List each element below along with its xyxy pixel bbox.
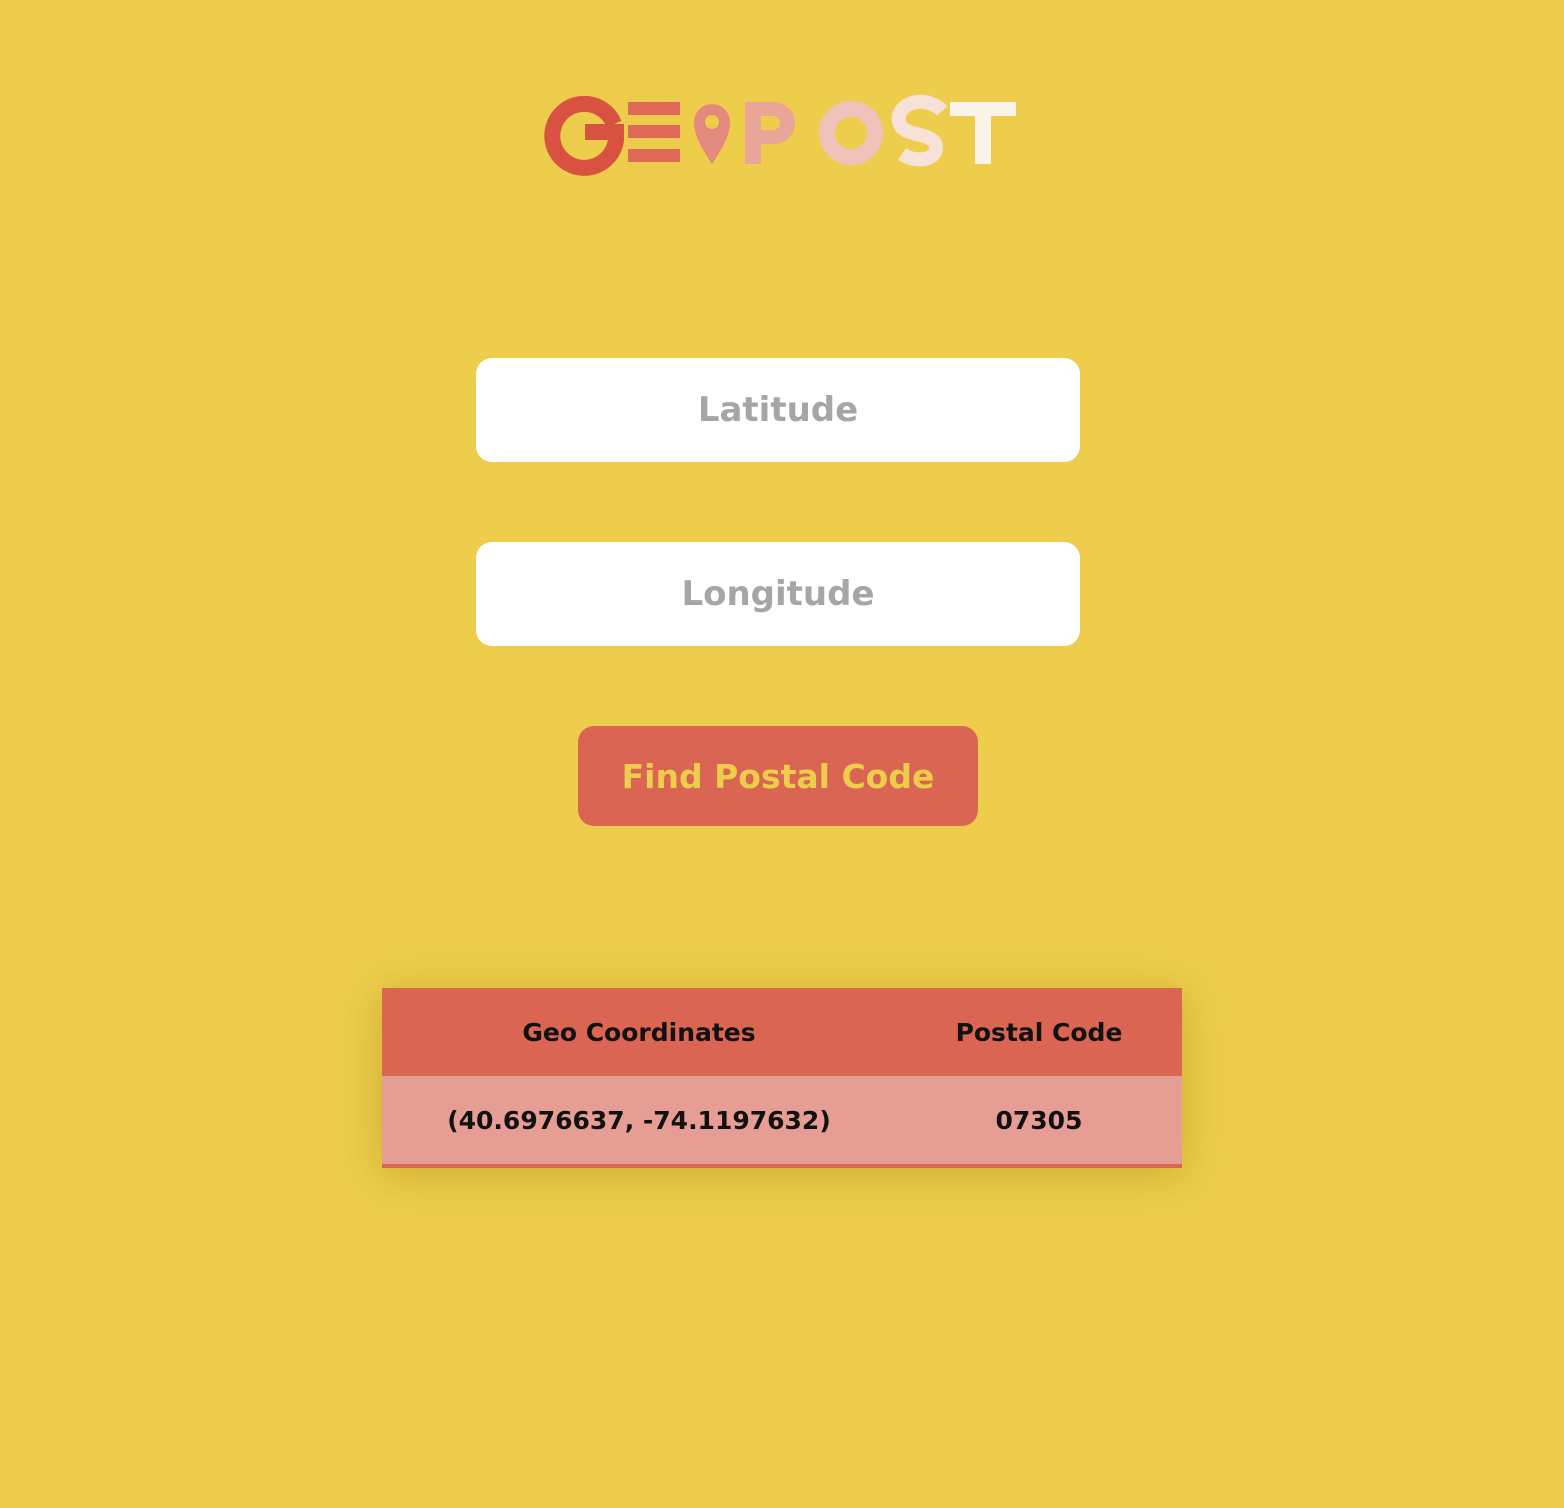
results-header-row: Geo Coordinates Postal Code (382, 988, 1182, 1076)
logo-letter-t (950, 102, 1016, 164)
logo-letter-e (628, 102, 680, 162)
longitude-input[interactable] (476, 542, 1080, 646)
logo-letter-s (891, 94, 948, 167)
latitude-input[interactable] (476, 358, 1080, 462)
app-logo (530, 82, 1030, 182)
location-pin-icon (694, 104, 730, 164)
logo-letter-o (819, 101, 883, 165)
find-postal-code-button[interactable]: Find Postal Code (578, 726, 978, 826)
table-row: (40.6976637, -74.1197632) 07305 (382, 1076, 1182, 1168)
logo-letter-p (745, 102, 795, 164)
logo-letter-g (544, 95, 624, 176)
column-header-postal-code: Postal Code (896, 988, 1182, 1076)
postal-code-cell: 07305 (896, 1076, 1182, 1168)
coordinates-cell: (40.6976637, -74.1197632) (382, 1076, 896, 1168)
results-table: Geo Coordinates Postal Code (40.6976637,… (382, 988, 1182, 1168)
column-header-geo-coordinates: Geo Coordinates (382, 988, 896, 1076)
